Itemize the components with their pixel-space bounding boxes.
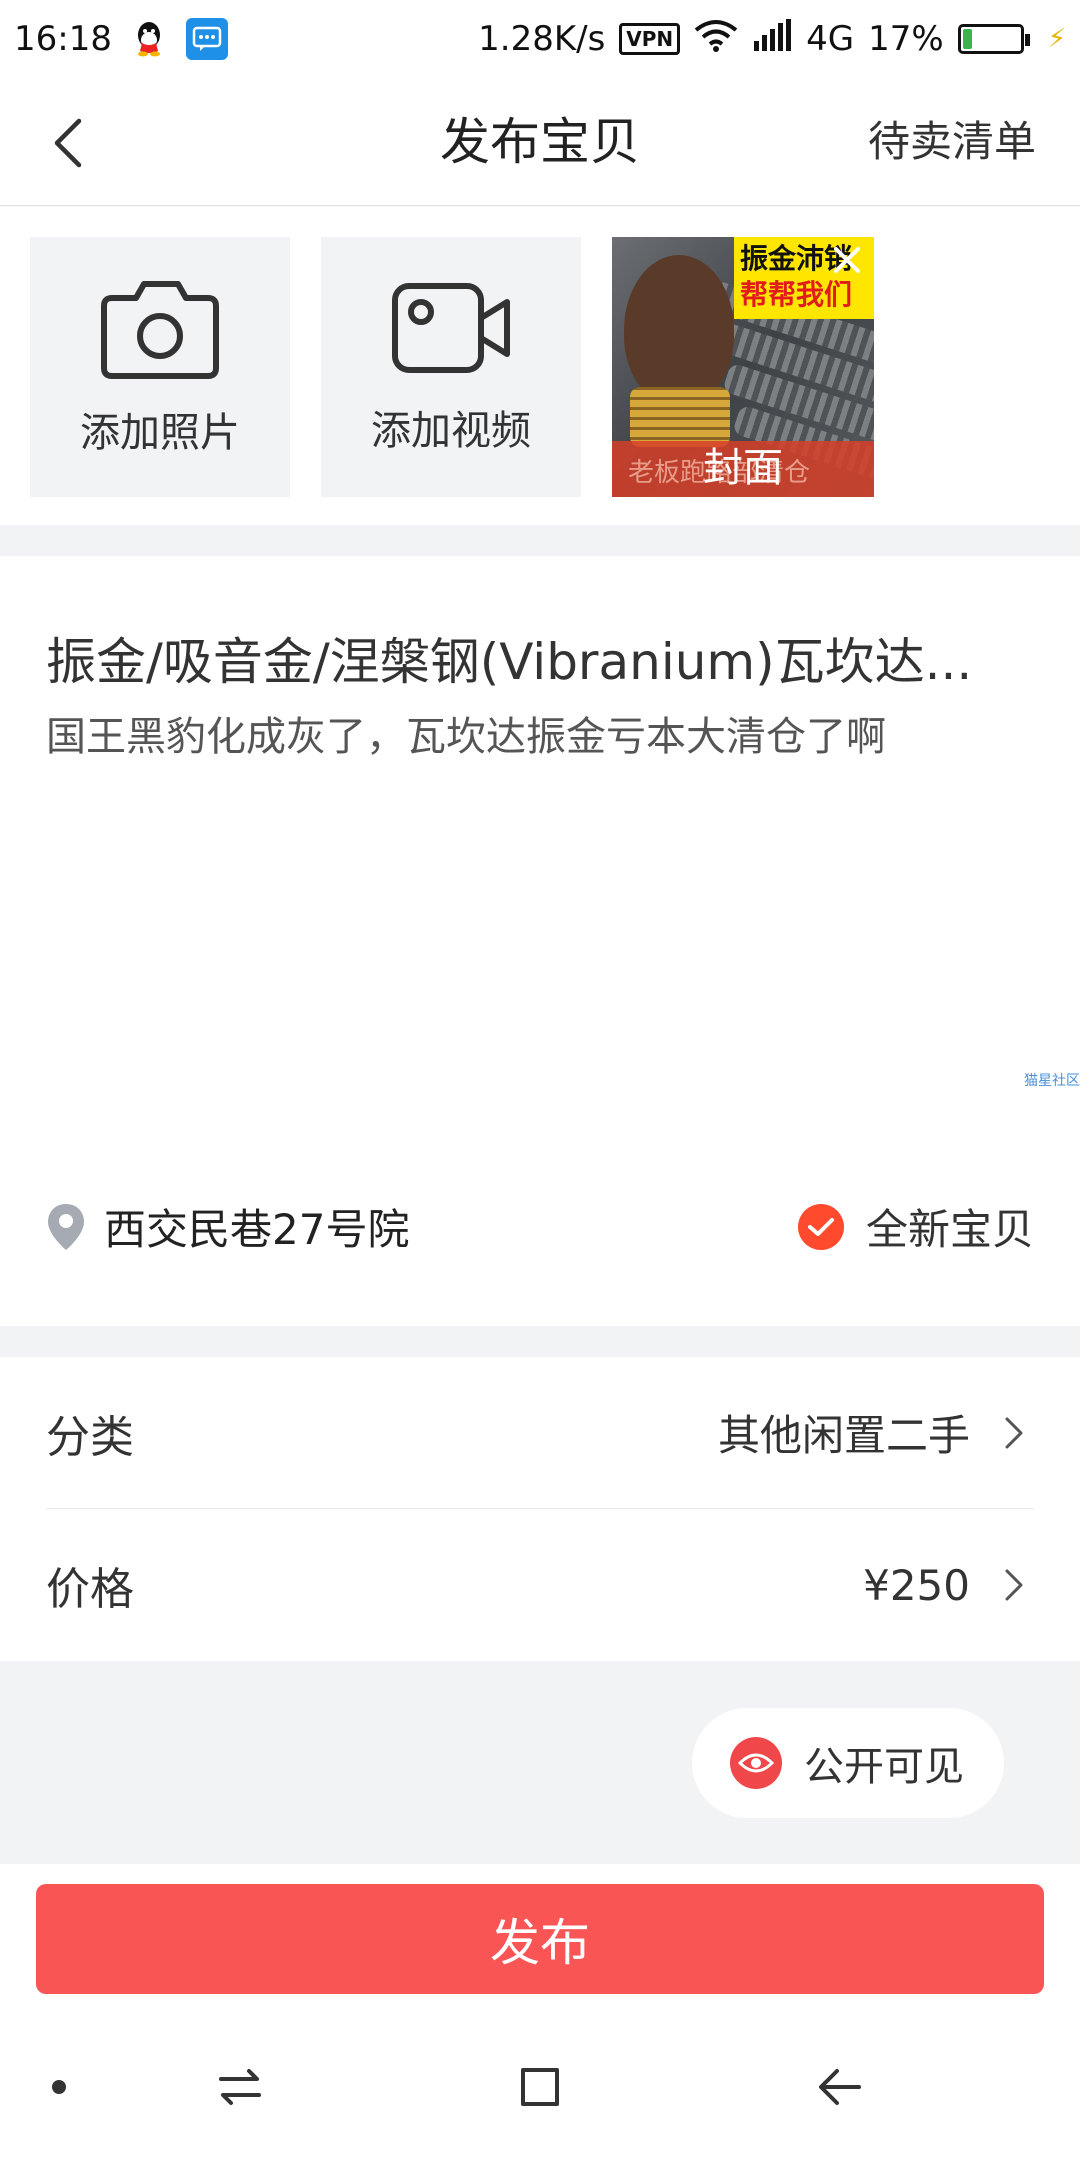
check-icon	[797, 1203, 844, 1250]
switch-apps-icon[interactable]	[205, 2052, 275, 2122]
nav-dot-icon[interactable]	[24, 2052, 94, 2122]
signal-icon	[752, 18, 792, 60]
media-section: 添加照片 添加视频 振金沛销 帮帮我们 老板跑路部清仓 封面	[0, 207, 1080, 525]
visibility-toggle[interactable]: 公开可见	[692, 1708, 1004, 1818]
condition-toggle[interactable]: 全新宝贝	[797, 1196, 1034, 1257]
location-text: 西交民巷27号院	[104, 1205, 410, 1254]
charging-icon: ⚡	[1047, 24, 1066, 54]
video-camera-icon	[392, 283, 510, 373]
home-icon[interactable]	[505, 2052, 575, 2122]
net-speed: 1.28K/s	[478, 19, 606, 59]
condition-label: 全新宝贝	[865, 1205, 1034, 1254]
system-nav-bar	[0, 2002, 1080, 2160]
message-icon	[185, 18, 228, 60]
category-label: 分类	[46, 1411, 134, 1463]
back-nav-icon[interactable]	[805, 2052, 875, 2122]
item-title-input[interactable]: 振金/吸音金/涅槃钢(Vibranium)瓦坎达...	[46, 622, 1006, 694]
price-label: 价格	[46, 1564, 134, 1615]
cover-person	[624, 255, 734, 405]
pending-list-link[interactable]: 待卖清单	[868, 78, 1036, 206]
price-row[interactable]: 价格 ¥250	[46, 1509, 1034, 1661]
chevron-right-icon	[994, 1565, 1034, 1605]
visibility-label: 公开可见	[804, 1744, 964, 1790]
chevron-right-icon	[994, 1413, 1034, 1453]
location-pin-icon	[48, 1203, 84, 1250]
qq-icon	[127, 18, 170, 60]
add-photo-button[interactable]: 添加照片	[30, 237, 290, 497]
publish-button[interactable]: 发布	[36, 1884, 1044, 1994]
add-video-label: 添加视频	[371, 408, 531, 454]
network-type: 4G	[806, 19, 855, 59]
battery-icon	[957, 24, 1030, 54]
cover-image[interactable]: 振金沛销 帮帮我们 老板跑路部清仓 封面	[612, 237, 874, 497]
price-value: ¥250	[863, 1560, 970, 1610]
close-icon[interactable]	[830, 243, 864, 277]
item-description-input[interactable]: 国王黑豹化成灰了，瓦坎达振金亏本大清仓了啊	[46, 704, 1036, 762]
add-video-button[interactable]: 添加视频	[321, 237, 581, 497]
wifi-icon	[694, 18, 738, 61]
eye-icon	[730, 1737, 782, 1789]
watermark: 猫星社区	[1024, 1073, 1080, 1089]
status-bar: 16:18 1.28K/s VPN 4G 17% ⚡	[0, 0, 1080, 78]
camera-icon	[101, 281, 219, 379]
listing-details: 振金/吸音金/涅槃钢(Vibranium)瓦坎达... 国王黑豹化成灰了，瓦坎达…	[0, 556, 1080, 1326]
battery-percent: 17%	[868, 19, 944, 59]
status-time: 16:18	[14, 19, 112, 59]
vpn-badge: VPN	[619, 23, 681, 55]
app-header: 发布宝贝 待卖清单	[0, 78, 1080, 206]
add-photo-label: 添加照片	[80, 410, 240, 456]
form-section: 分类 其他闲置二手 价格 ¥250	[0, 1357, 1080, 1661]
category-value: 其他闲置二手	[717, 1411, 970, 1460]
cover-label: 封面	[703, 445, 783, 491]
location-selector[interactable]: 西交民巷27号院	[46, 1196, 409, 1257]
category-row[interactable]: 分类 其他闲置二手	[46, 1357, 1034, 1509]
bottom-action-bar: 发布	[0, 1864, 1080, 2002]
